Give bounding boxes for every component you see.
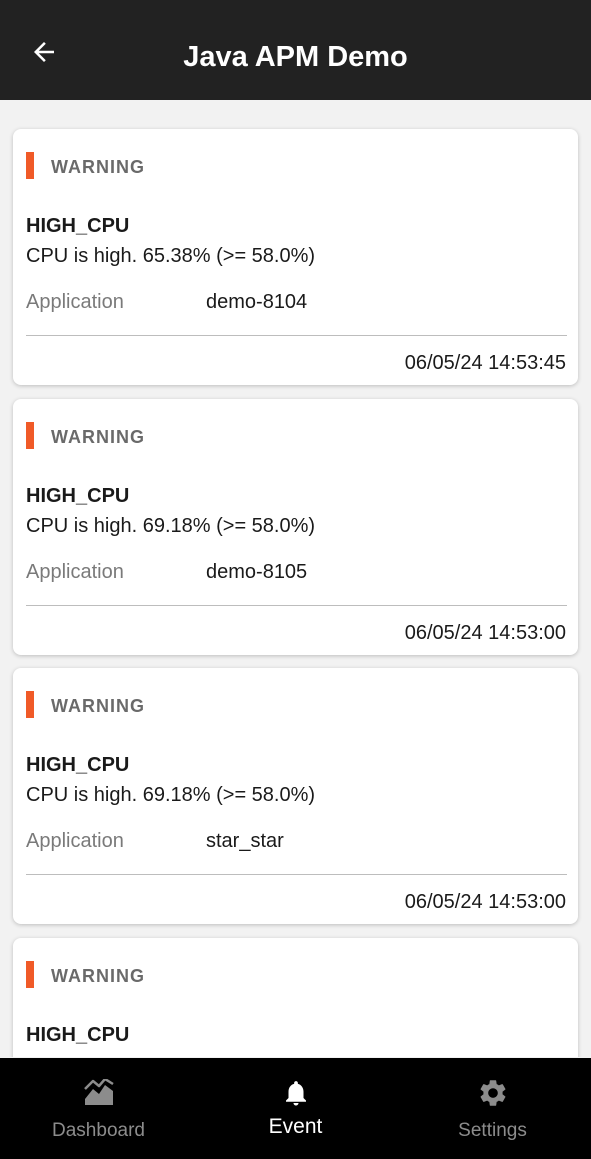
nav-label-settings: Settings: [458, 1120, 527, 1141]
severity-indicator: [26, 961, 34, 988]
event-type: HIGH_CPU: [26, 754, 130, 776]
severity-indicator: [26, 691, 34, 718]
severity-label: WARNING: [51, 427, 145, 447]
event-timestamp: 06/05/24 14:53:45: [404, 352, 566, 374]
event-timestamp: 06/05/24 14:53:00: [404, 622, 566, 644]
nav-label-event: Event: [268, 1115, 323, 1138]
event-message: CPU is high. 69.18% (>= 58.0%): [26, 515, 316, 537]
nav-item-dashboard[interactable]: Dashboard: [0, 1058, 197, 1159]
event-card[interactable]: WARNING HIGH_CPU CPU is high. 65.38% (>=…: [13, 129, 578, 385]
severity-label: WARNING: [51, 966, 145, 986]
event-card[interactable]: WARNING HIGH_CPU CPU is high. 69.18% (>=…: [13, 668, 578, 924]
application-value: demo-8104: [206, 291, 308, 313]
application-value: star_star: [206, 830, 284, 852]
bell-icon: [279, 1076, 313, 1110]
nav-label-dashboard: Dashboard: [52, 1120, 145, 1141]
event-card[interactable]: WARNING HIGH_CPU: [13, 938, 578, 1057]
nav-item-event[interactable]: Event: [197, 1058, 394, 1159]
event-timestamp: 06/05/24 14:53:00: [404, 891, 566, 913]
event-card[interactable]: WARNING HIGH_CPU CPU is high. 69.18% (>=…: [13, 399, 578, 655]
application-label: Application: [26, 561, 124, 583]
nav-item-settings[interactable]: Settings: [394, 1058, 591, 1159]
app-bar: Java APM Demo: [0, 0, 591, 100]
divider: [26, 874, 567, 875]
severity-indicator: [26, 422, 34, 449]
page-title: Java APM Demo: [183, 41, 408, 73]
event-type: HIGH_CPU: [26, 485, 130, 507]
event-type: HIGH_CPU: [26, 1024, 130, 1046]
severity-indicator: [26, 152, 34, 179]
event-message: CPU is high. 65.38% (>= 58.0%): [26, 245, 316, 267]
application-label: Application: [26, 830, 124, 852]
event-message: CPU is high. 69.18% (>= 58.0%): [26, 784, 316, 806]
divider: [26, 605, 567, 606]
gear-icon: [476, 1076, 510, 1110]
divider: [26, 335, 567, 336]
severity-label: WARNING: [51, 157, 145, 177]
severity-label: WARNING: [51, 696, 145, 716]
application-label: Application: [26, 291, 124, 313]
event-type: HIGH_CPU: [26, 215, 130, 237]
chart-icon: [82, 1076, 116, 1110]
application-value: demo-8105: [206, 561, 308, 583]
bottom-navigation: Dashboard Event Settings: [0, 1058, 591, 1159]
event-list[interactable]: WARNING HIGH_CPU CPU is high. 65.38% (>=…: [0, 100, 591, 1057]
